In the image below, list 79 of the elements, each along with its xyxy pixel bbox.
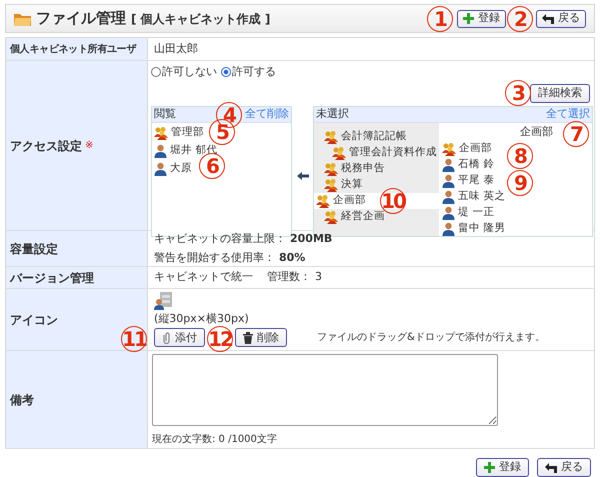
person-icon [442, 222, 455, 236]
field-label: 個人キャビネット所有ユーザ [10, 42, 136, 56]
callout-number: 3 [505, 80, 531, 106]
department-heading: 企画部 [520, 124, 553, 140]
folder-icon [14, 12, 31, 26]
owner-name: 山田太郎 [154, 40, 198, 57]
user-name[interactable]: 五味 英之 [458, 189, 506, 205]
left-arrow-icon[interactable] [296, 172, 308, 180]
group-icon [324, 130, 338, 144]
capacity-label: キャビネットの容量上限： [154, 231, 286, 247]
plus-icon [484, 462, 495, 473]
group-icon [332, 146, 346, 160]
size-note: (縦30px×横30px) [154, 310, 250, 327]
field-label: 容量設定 [10, 240, 58, 258]
group-icon [316, 194, 330, 208]
group-icon [324, 162, 338, 176]
callout-number: 8 [507, 143, 533, 169]
user-name[interactable]: 大原 [170, 160, 192, 176]
register-button[interactable]: 登録 [457, 10, 506, 28]
callout-number: 2 [507, 6, 533, 32]
list-title: 閲覧 [154, 106, 176, 122]
cabinet-user-icon [154, 292, 172, 310]
field-label: アイコン [10, 312, 58, 328]
field-label: 備考 [10, 392, 34, 408]
person-icon [154, 162, 167, 176]
user-name[interactable]: 石橋 鈴 [458, 157, 494, 173]
person-icon [442, 158, 455, 172]
return-arrow-icon [542, 14, 554, 24]
tree-item[interactable]: 税務申告 [314, 160, 439, 176]
group-icon [324, 178, 338, 192]
callout-number: 11 [121, 326, 147, 352]
select-all-link[interactable]: 全て選択 [546, 106, 590, 122]
capacity-value: 200MB [290, 231, 332, 247]
callout-number: 9 [507, 170, 533, 196]
user-name[interactable]: 平尾 泰 [458, 173, 494, 189]
back-button[interactable]: 戻る [536, 10, 586, 28]
group-icon [442, 142, 456, 156]
character-counter: 現在の文字数: 0 /1000文字 [152, 432, 278, 447]
person-icon [442, 190, 455, 204]
callout-number: 1 [427, 6, 453, 32]
person-icon [154, 144, 167, 158]
group-name[interactable]: 企画部 [459, 141, 492, 157]
callout-number: 12 [207, 326, 233, 352]
person-icon [442, 174, 455, 188]
remove-all-link[interactable]: 全て削除 [245, 106, 289, 122]
notes-field[interactable] [152, 354, 498, 426]
attach-button[interactable]: 添付 [154, 328, 205, 348]
callout-number: 6 [199, 153, 225, 179]
user-name[interactable]: 畠中 隆男 [458, 221, 506, 236]
list-title: 未選択 [316, 106, 349, 122]
radio-option[interactable]: 許可する [221, 64, 276, 80]
trash-icon [243, 332, 253, 344]
delete-button[interactable]: 詳細検索 [530, 84, 590, 102]
field-label: バージョン管理 [10, 270, 94, 286]
clip-icon [162, 332, 171, 344]
group-icon [324, 210, 338, 224]
user-name[interactable]: 堤 一正 [458, 205, 494, 221]
tree-item[interactable]: 管理会計資料作成 [314, 144, 439, 160]
version-mode: キャビネットで統一 [154, 269, 253, 286]
radio-option[interactable]: 許可しない [151, 64, 217, 80]
person-icon [442, 206, 455, 220]
register-button[interactable]: 登録 [476, 458, 529, 477]
count-label: 管理数： [267, 269, 311, 286]
tree-item[interactable]: 会計簿記記帳 [314, 128, 439, 144]
page-subtitle: [ 個人キャビネット作成 ] [131, 10, 270, 28]
count-value: 3 [315, 269, 322, 286]
callout-number: 7 [563, 121, 589, 147]
group-icon [154, 126, 168, 140]
capacity-label: 警告を開始する使用率： [154, 250, 275, 266]
group-name[interactable]: 管理部 [171, 124, 204, 140]
field-label: アクセス設定 [10, 138, 82, 154]
return-arrow-icon [545, 462, 557, 472]
back-button[interactable]: 戻る [537, 458, 591, 477]
capacity-value: 80% [279, 250, 306, 266]
plus-icon [463, 13, 474, 24]
required-mark: ※ [85, 139, 94, 153]
delete-button[interactable]: 削除 [235, 328, 287, 348]
drag-drop-hint: ファイルのドラッグ&ドロップで添付が行えます。 [317, 330, 545, 346]
page-title: ファイル管理 [36, 8, 126, 30]
